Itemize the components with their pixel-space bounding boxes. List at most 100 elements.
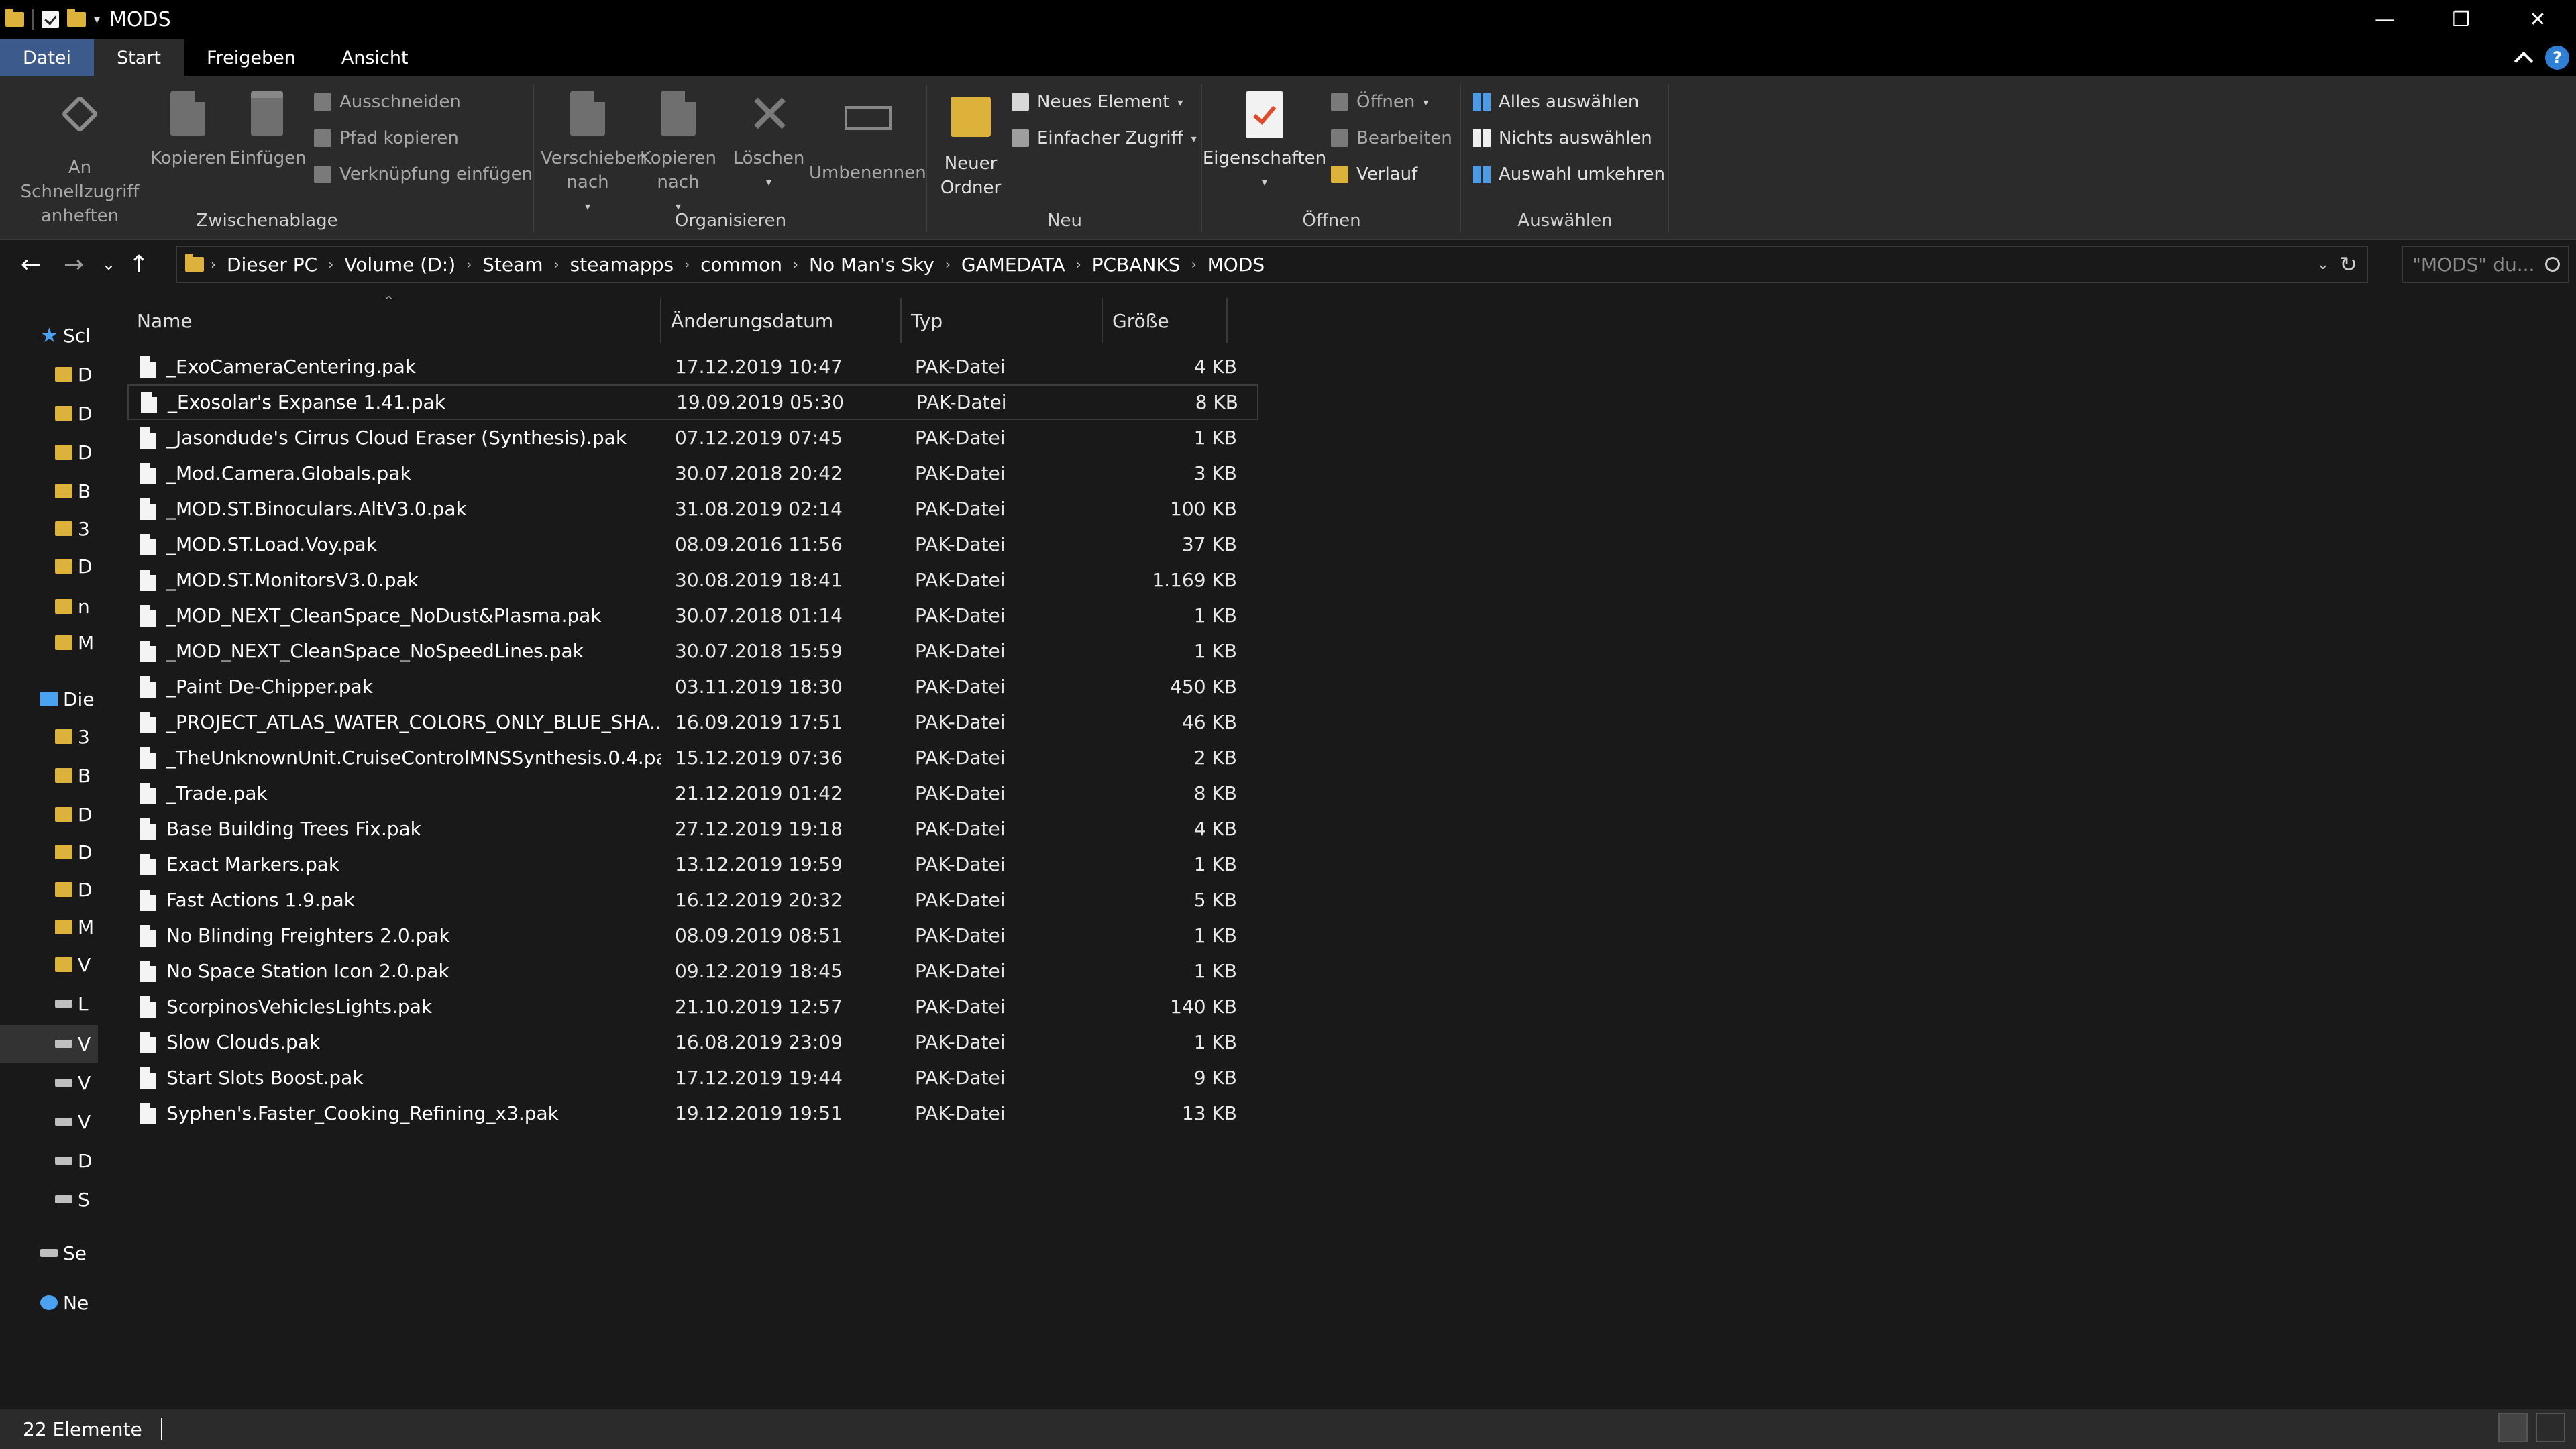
minimize-button[interactable]: — <box>2347 0 2423 39</box>
file-row[interactable]: _Jasondude's Cirrus Cloud Eraser (Synthe… <box>127 420 1258 455</box>
nav-item[interactable]: Se <box>0 1234 98 1272</box>
back-arrow-icon[interactable]: ← <box>9 240 52 288</box>
move-to-button[interactable]: Verschieben nach ▾ <box>541 91 647 219</box>
breadcrumb-separator-icon[interactable]: › <box>1076 256 1081 272</box>
file-row[interactable]: _Trade.pak 21.12.2019 01:42 PAK-Datei 8 KB <box>127 775 1258 811</box>
breadcrumb[interactable]: › Dieser PC › Volume (D:) › Steam › stea… <box>176 246 2368 283</box>
file-row[interactable]: Slow Clouds.pak 16.08.2019 23:09 PAK-Datei… <box>127 1024 1258 1060</box>
help-icon[interactable]: ? <box>2545 46 2569 70</box>
properties-button[interactable]: Eigenschaften ▾ <box>1202 91 1327 195</box>
nav-item[interactable]: 3 <box>0 510 98 547</box>
nav-item[interactable]: D <box>0 356 98 393</box>
file-row[interactable]: _MOD_NEXT_CleanSpace_NoDust&Plasma.pak 30… <box>127 598 1258 633</box>
nav-item[interactable]: D <box>0 796 98 833</box>
edit-button[interactable]: Bearbeiten <box>1331 123 1452 153</box>
breadcrumb-separator-icon[interactable]: › <box>211 256 216 272</box>
select-all-button[interactable]: Alles auswählen <box>1473 87 1639 117</box>
breadcrumb-common[interactable]: common <box>690 254 793 276</box>
properties-quick-icon[interactable] <box>42 11 59 28</box>
nav-item[interactable]: B <box>0 757 98 794</box>
breadcrumb-separator-icon[interactable]: › <box>684 256 690 272</box>
nav-item[interactable]: L <box>0 985 98 1022</box>
new-item-button[interactable]: Neues Element ▾ <box>1012 87 1183 117</box>
nav-item[interactable]: 3 <box>0 718 98 755</box>
close-button[interactable]: ✕ <box>2500 0 2576 39</box>
file-row[interactable]: _TheUnknownUnit.CruiseControlMNSSynthesi… <box>127 740 1258 775</box>
column-header-name[interactable]: Name <box>127 298 661 343</box>
breadcrumb-gamedata[interactable]: GAMEDATA <box>951 254 1076 276</box>
nav-item[interactable]: D <box>0 833 98 871</box>
details-view-icon[interactable] <box>2498 1413 2528 1442</box>
recent-locations-chevron-icon[interactable]: ⌄ <box>95 240 122 288</box>
column-header-type[interactable]: Typ <box>902 298 1103 343</box>
file-row[interactable]: _MOD.ST.Load.Voy.pak 08.09.2016 11:56 PAK-… <box>127 527 1258 562</box>
paste-button[interactable]: Einfügen <box>229 91 307 170</box>
cut-button[interactable]: Ausschneiden <box>314 87 461 117</box>
breadcrumb-pcbanks[interactable]: PCBANKS <box>1081 254 1191 276</box>
history-button[interactable]: Verlauf <box>1331 160 1417 189</box>
file-row[interactable]: _Paint De-Chipper.pak 03.11.2019 18:30 PAK… <box>127 669 1258 704</box>
file-row[interactable]: No Blinding Freighters 2.0.pak 08.09.2019… <box>127 918 1258 953</box>
breadcrumb-mods[interactable]: MODS <box>1197 254 1276 276</box>
nav-item[interactable]: D <box>0 871 98 908</box>
nav-item[interactable]: V <box>0 1064 98 1102</box>
nav-item[interactable]: V <box>0 1103 98 1140</box>
nav-item[interactable]: D <box>0 547 98 585</box>
tab-start[interactable]: Start <box>94 39 184 76</box>
nav-item[interactable]: n <box>0 588 98 625</box>
file-row[interactable]: No Space Station Icon 2.0.pak 09.12.2019 … <box>127 953 1258 989</box>
easy-access-button[interactable]: Einfacher Zugriff ▾ <box>1012 123 1197 153</box>
address-history-chevron-icon[interactable]: ⌄ <box>2317 256 2329 273</box>
breadcrumb-separator-icon[interactable]: › <box>793 256 798 272</box>
file-row[interactable]: Syphen's.Faster_Cooking_Refining_x3.pak 1… <box>127 1095 1258 1131</box>
nav-item[interactable]: V <box>0 1025 98 1063</box>
nav-item[interactable]: D <box>0 394 98 432</box>
file-row[interactable]: Exact Markers.pak 13.12.2019 19:59 PAK-Dat… <box>127 847 1258 882</box>
file-row[interactable]: _MOD.ST.Binoculars.AltV3.0.pak 31.08.2019… <box>127 491 1258 527</box>
tab-ansicht[interactable]: Ansicht <box>319 39 431 76</box>
nav-item[interactable]: D <box>0 433 98 471</box>
new-folder-quick-icon[interactable] <box>67 9 86 27</box>
file-row[interactable]: _Exosolar's Expanse 1.41.pak 19.09.2019 0… <box>127 384 1258 420</box>
file-row[interactable]: _MOD.ST.MonitorsV3.0.pak 30.08.2019 18:41… <box>127 562 1258 598</box>
tab-datei[interactable]: Datei <box>0 39 95 76</box>
file-row[interactable]: Fast Actions 1.9.pak 16.12.2019 20:32 PAK-… <box>127 882 1258 918</box>
up-arrow-icon[interactable]: ↑ <box>122 240 156 288</box>
file-row[interactable]: _PROJECT_ATLAS_WATER_COLORS_ONLY_BLUE_SH… <box>127 704 1258 740</box>
breadcrumb-separator-icon[interactable]: › <box>466 256 472 272</box>
file-row[interactable]: ScorpinosVehiclesLights.pak 21.10.2019 12… <box>127 989 1258 1024</box>
file-row[interactable]: _Mod.Camera.Globals.pak 30.07.2018 20:42 P… <box>127 455 1258 491</box>
nav-item[interactable]: M <box>0 908 98 946</box>
nav-item[interactable]: M <box>0 624 98 661</box>
rename-button[interactable]: Umbenennen <box>809 91 926 185</box>
copy-path-button[interactable]: Pfad kopieren <box>314 123 459 153</box>
minimize-ribbon-icon[interactable] <box>2514 51 2534 71</box>
new-folder-button[interactable]: Neuer Ordner <box>927 91 1014 200</box>
breadcrumb-separator-icon[interactable]: › <box>328 256 333 272</box>
large-icons-view-icon[interactable] <box>2536 1413 2565 1442</box>
forward-arrow-icon[interactable]: → <box>52 240 95 288</box>
nav-item[interactable]: Die <box>0 680 98 718</box>
breadcrumb-separator-icon[interactable]: › <box>1191 256 1197 272</box>
file-row[interactable]: Base Building Trees Fix.pak 27.12.2019 19… <box>127 811 1258 847</box>
select-none-button[interactable]: Nichts auswählen <box>1473 123 1652 153</box>
nav-item[interactable]: V <box>0 946 98 983</box>
refresh-icon[interactable]: ↻ <box>2339 252 2357 277</box>
breadcrumb-separator-icon[interactable]: › <box>554 256 559 272</box>
column-header-date[interactable]: Änderungsdatum <box>661 298 902 343</box>
copy-button[interactable]: Kopieren <box>150 91 227 170</box>
invert-selection-button[interactable]: Auswahl umkehren <box>1473 160 1665 189</box>
nav-item[interactable]: ★ Scl <box>0 317 98 354</box>
customize-quick-access-icon[interactable]: ▾ <box>94 13 100 27</box>
restore-button[interactable]: ❐ <box>2423 0 2500 39</box>
nav-item[interactable]: S <box>0 1181 98 1218</box>
breadcrumb-separator-icon[interactable]: › <box>945 256 951 272</box>
nav-item[interactable]: D <box>0 1142 98 1179</box>
breadcrumb-no-mans-sky[interactable]: No Man's Sky <box>798 254 945 276</box>
copy-to-button[interactable]: Kopieren nach ▾ <box>635 91 722 219</box>
delete-button[interactable]: ✕ Löschen ▾ <box>729 88 809 195</box>
breadcrumb-steam[interactable]: Steam <box>472 254 553 276</box>
open-button[interactable]: Öffnen ▾ <box>1331 87 1428 117</box>
tab-freigeben[interactable]: Freigeben <box>184 39 319 76</box>
file-row[interactable]: _ExoCameraCentering.pak 17.12.2019 10:47 P… <box>127 349 1258 384</box>
